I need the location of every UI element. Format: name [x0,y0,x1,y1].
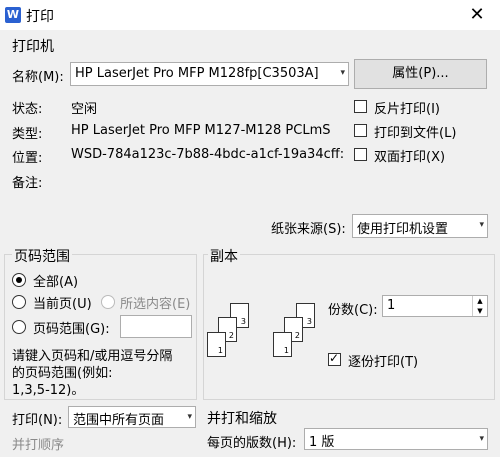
status-value: 空闲 [71,102,98,117]
page-range-hint-line3: 1,3,5-12)。 [12,383,85,398]
paper-source-value: 使用打印机设置 [357,222,449,237]
pages-per-sheet-select[interactable]: 1 版 ▾ [304,428,488,450]
chevron-down-icon: ▾ [479,220,484,230]
page-number-2: 2 [228,331,234,340]
page-range-label: 页码范围(G): [33,322,110,337]
close-icon[interactable]: ✕ [454,0,500,30]
type-value: HP LaserJet Pro MFP M127-M128 PCLmS [71,123,331,138]
zoom-group-title: 并打和缩放 [207,411,277,427]
properties-button[interactable]: 属性(P)... [354,59,487,89]
page-number-3b: 3 [306,317,312,326]
copies-count-value: 1 [387,298,396,313]
page-range-group-title: 页码范围 [12,246,72,266]
print-dialog: W 打印 ✕ 打印机 名称(M): HP LaserJet Pro MFP M1… [0,0,500,457]
pages-per-sheet-value: 1 版 [309,435,335,450]
duplex-print-label: 双面打印(X) [374,150,446,165]
window-title: 打印 [26,9,54,25]
print-scope-select[interactable]: 范围中所有页面 ▾ [68,406,196,428]
printer-name-select[interactable]: HP LaserJet Pro MFP M128fp[C3503A] ▾ [70,62,349,86]
chevron-down-icon: ▾ [479,434,484,444]
location-value: WSD-784a123c-7b88-4bdc-a1cf-19a34cff: [71,147,345,162]
page-number-3: 3 [240,317,246,326]
spin-down-icon[interactable]: ▼ [473,306,487,316]
page-number-1b: 1 [283,346,289,355]
copies-group-title: 副本 [208,246,240,266]
chevron-down-icon: ▾ [340,68,345,78]
reverse-print-label: 反片打印(I) [374,102,440,117]
collate-label: 逐份打印(T) [348,355,419,370]
print-scope-label: 打印(N): [12,413,63,428]
printer-name-label: 名称(M): [12,70,64,85]
spin-up-icon[interactable]: ▲ [473,296,487,306]
title-bar: W 打印 ✕ [0,0,500,30]
printer-name-value: HP LaserJet Pro MFP M128fp[C3503A] [75,66,319,81]
location-label: 位置: [12,151,43,166]
wps-writer-icon: W [5,7,21,23]
copies-count-input[interactable]: 1 ▲ ▼ [382,295,488,317]
print-to-file-checkbox[interactable] [354,124,367,137]
copies-count-label: 份数(C): [328,303,378,318]
print-to-file-label: 打印到文件(L) [374,126,457,141]
print-scope-value: 范围中所有页面 [73,413,165,428]
paper-source-select[interactable]: 使用打印机设置 ▾ [352,214,488,238]
page-range-radio[interactable] [12,320,26,334]
printer-group-title: 打印机 [12,39,54,55]
collate-checkbox[interactable] [328,351,341,366]
page-range-input[interactable] [120,315,192,338]
paper-source-label: 纸张来源(S): [271,222,346,237]
copies-spinner[interactable]: ▲ ▼ [472,296,487,316]
duplex-print-checkbox[interactable] [354,148,367,161]
page-number-1: 1 [217,346,223,355]
selection-radio[interactable] [101,295,115,309]
current-page-label: 当前页(U) [33,297,92,312]
comment-label: 备注: [12,176,43,191]
chevron-down-icon: ▾ [187,412,192,422]
type-label: 类型: [12,127,43,142]
pages-per-sheet-label: 每页的版数(H): [207,436,297,451]
current-page-radio[interactable] [12,295,26,309]
page-number-2b: 2 [294,331,300,340]
reverse-print-checkbox[interactable] [354,100,367,113]
collate-order-group-title: 并打顺序 [12,438,65,453]
selection-label: 所选内容(E) [120,297,191,312]
status-label: 状态: [12,102,43,117]
all-pages-radio[interactable] [12,273,26,287]
all-pages-label: 全部(A) [33,275,79,290]
